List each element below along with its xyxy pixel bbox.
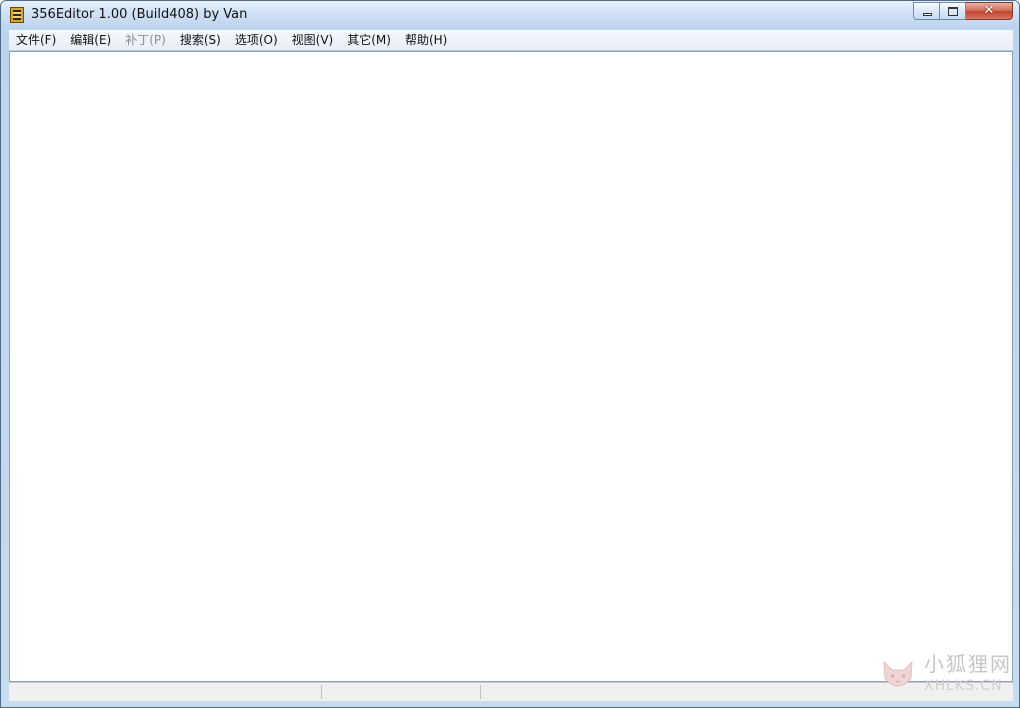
status-bar bbox=[9, 682, 1013, 701]
menu-search[interactable]: 搜索(S) bbox=[173, 30, 228, 50]
fox-logo-icon bbox=[883, 660, 913, 687]
minimize-button[interactable] bbox=[913, 2, 940, 20]
menu-file[interactable]: 文件(F) bbox=[9, 30, 63, 50]
editor-area[interactable] bbox=[9, 51, 1013, 682]
menu-bar: 文件(F) 编辑(E) 补丁(P) 搜索(S) 选项(O) 视图(V) 其它(M… bbox=[9, 30, 1013, 51]
menu-help[interactable]: 帮助(H) bbox=[398, 30, 454, 50]
menu-view[interactable]: 视图(V) bbox=[285, 30, 341, 50]
window-title: 356Editor 1.00 (Build408) by Van bbox=[31, 7, 248, 22]
maximize-icon bbox=[948, 7, 958, 16]
menu-options[interactable]: 选项(O) bbox=[228, 30, 285, 50]
watermark-text-cn: 小狐狸网 bbox=[924, 652, 1012, 676]
close-icon: ✕ bbox=[983, 3, 995, 18]
menu-edit[interactable]: 编辑(E) bbox=[63, 30, 118, 50]
title-bar[interactable]: 356Editor 1.00 (Build408) by Van ✕ bbox=[1, 1, 1019, 29]
status-pane-2 bbox=[323, 685, 481, 699]
watermark-text-en: XHLKS.CN bbox=[924, 678, 1003, 694]
app-window: 356Editor 1.00 (Build408) by Van ✕ 文件(F)… bbox=[0, 0, 1020, 708]
app-icon[interactable] bbox=[10, 7, 24, 23]
minimize-icon bbox=[923, 13, 932, 16]
status-pane-1 bbox=[9, 685, 322, 699]
close-button[interactable]: ✕ bbox=[966, 2, 1013, 20]
menu-other[interactable]: 其它(M) bbox=[340, 30, 398, 50]
caption-buttons: ✕ bbox=[913, 2, 1013, 22]
maximize-button[interactable] bbox=[940, 2, 966, 20]
menu-patch[interactable]: 补丁(P) bbox=[118, 30, 173, 50]
site-watermark: 小狐狸网 XHLKS.CN bbox=[878, 652, 1010, 700]
